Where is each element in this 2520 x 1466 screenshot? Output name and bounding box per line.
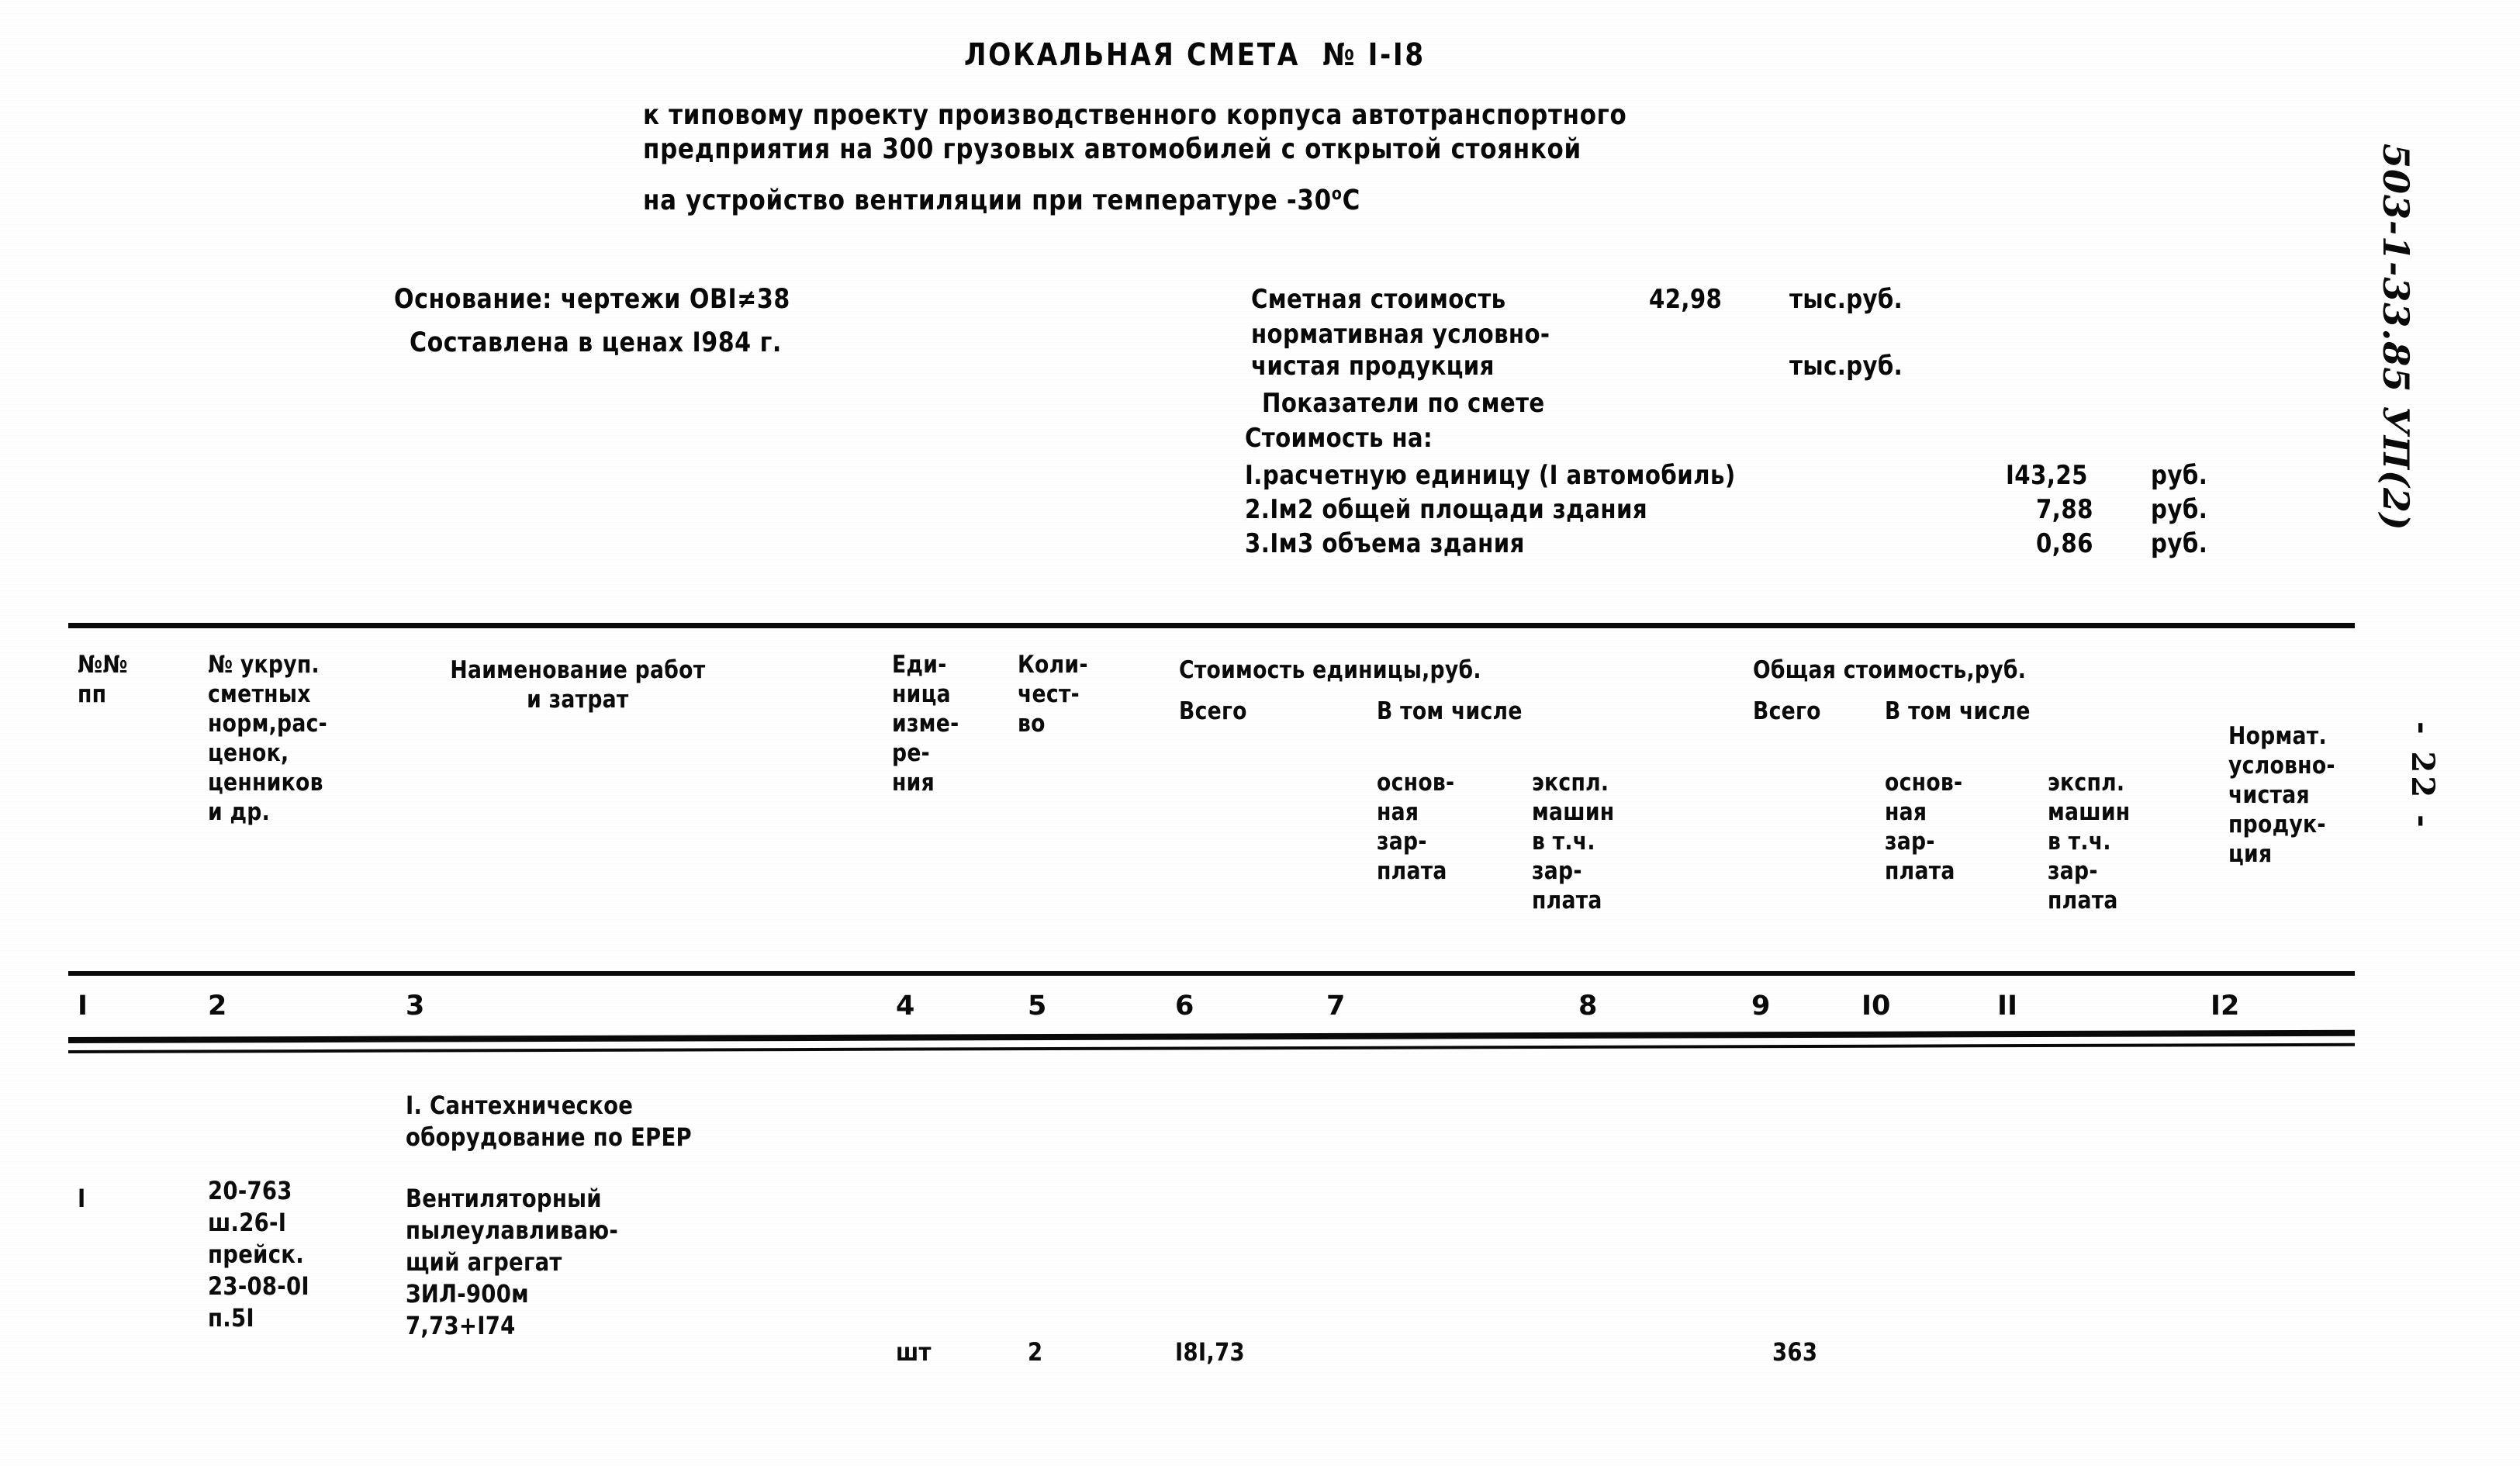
estimate-cost-unit: тыс.руб. [1789, 284, 1903, 315]
column-header-unit-wage: основ- ная зар- плата [1377, 769, 1455, 885]
indicator-1-text: I.расчетную единицу (I автомобиль) [1245, 460, 1736, 491]
column-header-work-name: Наименование работ и затрат [450, 656, 706, 714]
column-number-5: 5 [1028, 991, 1047, 1022]
column-group-unit-incl: В том числе [1377, 697, 1523, 725]
indicator-2-value: 7,88 [2036, 494, 2093, 525]
column-group-unit-cost: Стоимость единицы,руб. [1179, 656, 1481, 684]
column-header-total-machine: экспл. машин в т.ч. зар- плата [2048, 769, 2131, 915]
table-row-unit-price: I8I,73 [1175, 1337, 1245, 1367]
column-group-total-incl: В том числе [1885, 697, 2031, 725]
column-header-nncp: Нормат. условно- чистая продук- ция [2228, 722, 2335, 868]
section-title: I. Сантехническое оборудование по ЕРЕР [406, 1091, 692, 1152]
column-number-4: 4 [896, 991, 915, 1022]
nncp-label-line-2: чистая продукция [1251, 351, 1495, 382]
table-row-quantity: 2 [1028, 1337, 1043, 1367]
column-group-total-cost: Общая стоимость,руб. [1753, 656, 2027, 684]
document-subtitle-line-2: предприятия на 300 грузовых автомобилей … [643, 133, 1581, 165]
column-header-total-wage: основ- ная зар- плата [1885, 769, 1963, 885]
column-number-11: II [1997, 991, 2018, 1022]
subtitle-temperature-text: на устройство вентиляции при температуре… [643, 185, 1332, 216]
table-top-rule [68, 623, 2355, 628]
estimate-cost-value: 42,98 [1649, 284, 1723, 315]
nncp-label-line-1: нормативная условно- [1251, 319, 1550, 350]
subtitle-celsius-suffix: С [1342, 185, 1360, 216]
column-number-3: 3 [406, 991, 425, 1022]
document-title: ЛОКАЛЬНАЯ СМЕТА № I-I8 [964, 37, 1426, 73]
column-number-10: I0 [1861, 991, 1891, 1022]
indicators-header: Показатели по смете [1262, 388, 1545, 419]
column-number-7: 7 [1326, 991, 1346, 1022]
column-header-unit: Еди- ница изме- ре- ния [892, 651, 959, 797]
column-number-2: 2 [208, 991, 227, 1022]
page-number-annotation: - 22 - [2404, 721, 2441, 831]
document-page: ЛОКАЛЬНАЯ СМЕТА № I-I8 к типовому проект… [0, 0, 2520, 1466]
indicator-2-unit: руб. [2151, 494, 2208, 525]
indicator-3-value: 0,86 [2036, 528, 2093, 559]
column-header-quantity: Коли- чест- во [1018, 651, 1088, 738]
column-header-no: №№ пп [78, 651, 128, 708]
table-row-description: Вентиляторный пылеулавливаю- щий агрегат… [406, 1184, 619, 1340]
column-header-total-all: Всего [1753, 697, 1821, 725]
scan-grain-overlay [0, 0, 2520, 1466]
table-row-total-cost: 363 [1772, 1337, 1818, 1367]
column-number-6: 6 [1175, 991, 1194, 1022]
table-row-number: I [78, 1184, 86, 1213]
column-number-1: I [78, 991, 88, 1022]
column-header-unit-total: Всего [1179, 697, 1247, 725]
basis-line: Основание: чертежи ОВI≠38 [394, 284, 790, 315]
document-subtitle-line-3: на устройство вентиляции при температуре… [643, 185, 1360, 216]
column-header-norm-code: № укруп. сметных норм,рас- ценок, ценник… [208, 651, 328, 826]
nncp-unit: тыс.руб. [1789, 351, 1903, 382]
column-number-8: 8 [1578, 991, 1598, 1022]
indicator-3-text: 3.Iм3 объема здания [1245, 528, 1525, 559]
column-header-unit-machine: экспл. машин в т.ч. зар- плата [1532, 769, 1615, 915]
table-row-unit: шт [896, 1337, 932, 1367]
indicator-1-unit: руб. [2151, 460, 2208, 491]
estimate-cost-label: Сметная стоимость [1251, 284, 1506, 315]
table-colnum-rule-upper [67, 1029, 2355, 1043]
table-row-norm-code: 20-763 ш.26-I прейск. 23-08-0I п.5I [208, 1176, 309, 1333]
table-colnum-rule-lower [67, 1042, 2355, 1053]
column-number-9: 9 [1751, 991, 1771, 1022]
degree-sign-icon: о [1331, 185, 1343, 204]
indicator-2-text: 2.Iм2 общей площади здания [1245, 494, 1648, 525]
indicator-1-value: I43,25 [2006, 460, 2088, 491]
column-number-12: I2 [2211, 991, 2240, 1022]
cost-on-label: Стоимость на: [1245, 423, 1433, 454]
document-subtitle-line-1: к типовому проекту производственного кор… [643, 99, 1627, 131]
price-level-line: Составлена в ценах I984 г. [410, 327, 782, 358]
table-header-rule [68, 971, 2355, 976]
indicator-3-unit: руб. [2151, 528, 2208, 559]
project-code-annotation: 503-1-33.85 УП(2) [2375, 143, 2417, 531]
